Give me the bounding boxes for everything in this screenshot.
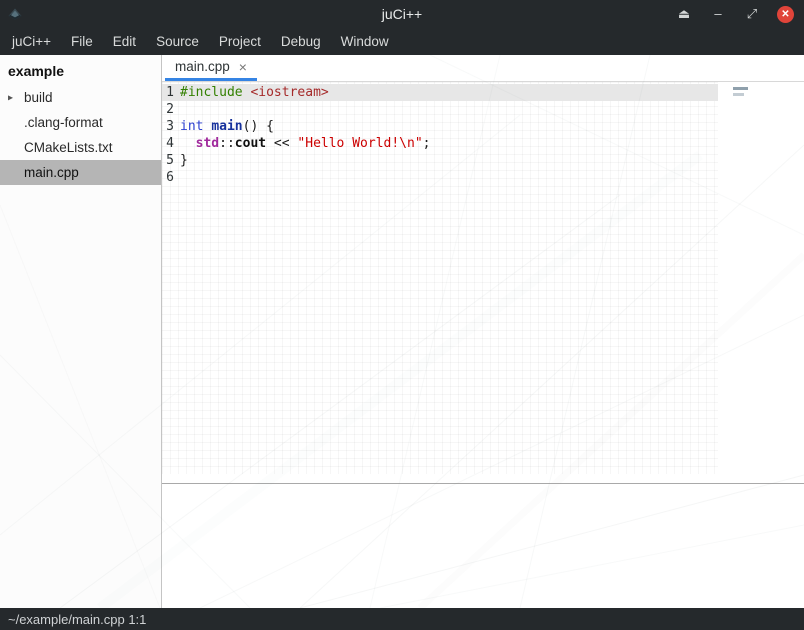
menu-item-edit[interactable]: Edit — [103, 28, 146, 55]
code-text: int main() { — [180, 118, 274, 135]
tree-item-main-cpp[interactable]: main.cpp — [0, 160, 161, 185]
tab-main-cpp[interactable]: main.cpp × — [165, 55, 257, 81]
app-window: juCi++ ⏏ – ⤢ ✕ juCi++FileEditSourceProje… — [0, 0, 804, 630]
status-file-position: ~/example/main.cpp 1:1 — [8, 612, 146, 627]
line-number: 6 — [162, 169, 174, 186]
code-line[interactable]: 4 std::cout << "Hello World!\n"; — [162, 135, 718, 152]
tree-item-label: CMakeLists.txt — [24, 140, 113, 155]
token: int — [180, 119, 203, 134]
scroll-overview-marks — [733, 87, 748, 96]
token: cout — [235, 136, 266, 151]
editor-column: main.cpp × 1 #include <iostream> 23 int mai… — [162, 55, 804, 608]
code-lines: 1#include <iostream>23int main() {4 std:… — [162, 82, 718, 474]
line-number: 4 — [162, 135, 174, 152]
token: << — [266, 136, 297, 151]
menu-item-file[interactable]: File — [61, 28, 103, 55]
tree-item-label: .clang-format — [24, 115, 103, 130]
code-line[interactable]: 1 #include <iostream> — [162, 84, 718, 101]
tree-item-cmakelists-txt[interactable]: CMakeLists.txt — [0, 135, 161, 160]
tab-label: main.cpp — [175, 59, 230, 74]
line-number: 2 — [162, 101, 174, 118]
menu-item-project[interactable]: Project — [209, 28, 271, 55]
token: #include — [180, 85, 243, 100]
menubar: juCi++FileEditSourceProjectDebugWindow — [0, 28, 804, 55]
code-editor[interactable]: 1#include <iostream>23int main() {4 std:… — [162, 82, 804, 483]
terminal-panel[interactable] — [162, 484, 804, 608]
minimize-icon[interactable]: – — [709, 5, 727, 23]
code-line[interactable]: 3 int main() { — [162, 118, 718, 135]
code-text: } — [180, 152, 188, 169]
window-controls: ⏏ – ⤢ ✕ — [675, 5, 804, 23]
tree-item-label: main.cpp — [24, 165, 79, 180]
app-logo-icon — [6, 5, 24, 23]
project-root-label[interactable]: example — [0, 59, 161, 85]
file-tree: ▸ build .clang-format CMakeLists.txt main.cp… — [0, 85, 161, 185]
tabbar: main.cpp × — [162, 55, 804, 82]
file-tree-panel: example ▸ build .clang-format CMakeLists.tx… — [0, 55, 162, 608]
token: "Hello World!\n" — [297, 136, 422, 151]
close-icon[interactable]: ✕ — [777, 6, 794, 23]
token: <iostream> — [250, 85, 328, 100]
menu-item-window[interactable]: Window — [331, 28, 399, 55]
token — [180, 136, 196, 151]
token: std — [196, 136, 219, 151]
token: ; — [423, 136, 431, 151]
code-line[interactable]: 2 — [162, 101, 718, 118]
tab-close-icon[interactable]: × — [239, 59, 247, 75]
tree-item--clang-format[interactable]: .clang-format — [0, 110, 161, 135]
tree-item-label: build — [24, 90, 53, 105]
statusbar: ~/example/main.cpp 1:1 — [0, 608, 804, 630]
pin-window-icon[interactable]: ⏏ — [675, 5, 693, 23]
menu-item-debug[interactable]: Debug — [271, 28, 331, 55]
titlebar[interactable]: juCi++ ⏏ – ⤢ ✕ — [0, 0, 804, 28]
token: () { — [243, 119, 274, 134]
token: main — [211, 119, 242, 134]
code-line[interactable]: 5} — [162, 152, 718, 169]
content-area: example ▸ build .clang-format CMakeLists.tx… — [0, 55, 804, 608]
token: :: — [219, 136, 235, 151]
menu-item-juci-[interactable]: juCi++ — [2, 28, 61, 55]
code-text: #include <iostream> — [180, 84, 329, 101]
line-number: 5 — [162, 152, 174, 169]
expander-icon[interactable]: ▸ — [8, 92, 13, 103]
maximize-icon[interactable]: ⤢ — [743, 5, 761, 23]
code-text: std::cout << "Hello World!\n"; — [180, 135, 430, 152]
tree-item-build[interactable]: ▸ build — [0, 85, 161, 110]
line-number: 3 — [162, 118, 174, 135]
code-line[interactable]: 6 — [162, 169, 718, 186]
menu-item-source[interactable]: Source — [146, 28, 209, 55]
token: } — [180, 153, 188, 168]
line-number: 1 — [162, 84, 174, 101]
